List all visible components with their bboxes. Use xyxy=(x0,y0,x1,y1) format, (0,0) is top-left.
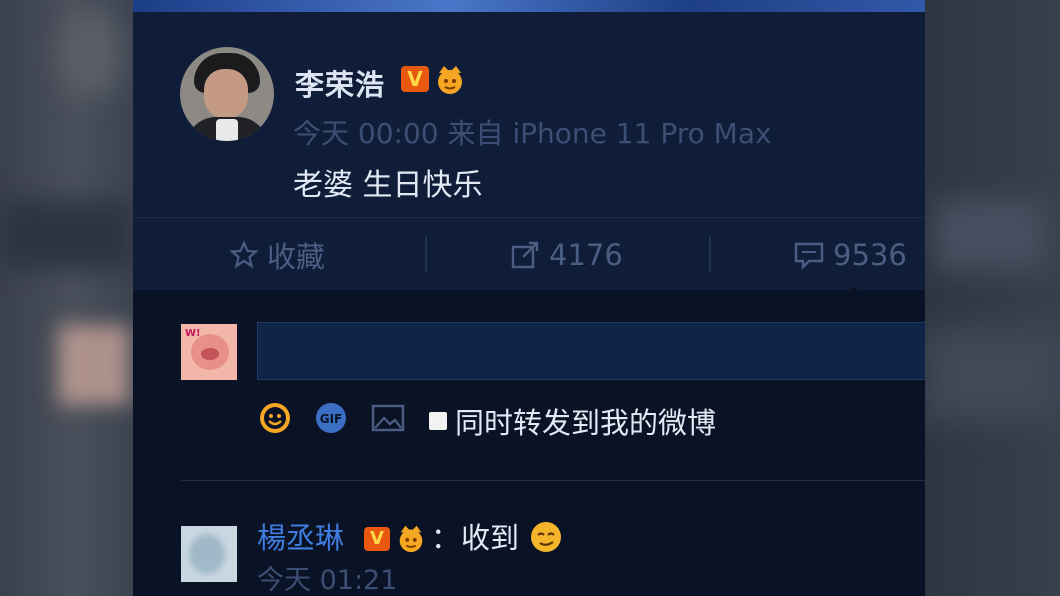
comment-section: W! GIF 同时转发到我的微博 楊丞琳 V ： 收到 今天 01:21 xyxy=(133,290,925,596)
favorite-label: 收藏 xyxy=(267,240,326,274)
current-user-avatar[interactable]: W! xyxy=(181,324,237,380)
comment-tab-pointer xyxy=(845,286,863,295)
comment-colon: ： xyxy=(431,521,461,555)
svg-text:GIF: GIF xyxy=(320,412,343,426)
comment-icon xyxy=(794,242,824,270)
comment-count: 9536 xyxy=(833,238,907,272)
post-text: 老婆 生日快乐 xyxy=(293,168,483,203)
comment-input[interactable] xyxy=(257,322,925,380)
gif-icon[interactable]: GIF xyxy=(313,400,349,436)
action-bar: 收藏 4176 9536 xyxy=(133,217,925,290)
top-gradient-strip xyxy=(133,0,925,12)
repost-count: 4176 xyxy=(549,238,623,272)
action-divider xyxy=(709,236,711,272)
comment-button[interactable]: 9536 xyxy=(793,238,907,272)
commenter-name[interactable]: 楊丞琳 xyxy=(257,515,344,557)
author-avatar[interactable] xyxy=(180,47,274,141)
weibo-post-panel: 李荣浩 V 今天 00:00 来自 iPhone 11 Pro Max 老婆 生… xyxy=(133,0,925,596)
star-icon xyxy=(229,240,259,269)
member-crown-icon xyxy=(438,66,462,94)
smirk-emoji-icon xyxy=(531,522,561,552)
member-crown-icon xyxy=(399,525,423,553)
commenter-avatar[interactable] xyxy=(181,526,237,582)
favorite-button[interactable]: 收藏 xyxy=(229,238,325,274)
image-icon[interactable] xyxy=(369,400,407,436)
comment-text: 收到 xyxy=(461,521,520,555)
repost-button[interactable]: 4176 xyxy=(509,238,623,272)
repost-icon xyxy=(511,241,539,269)
author-name[interactable]: 李荣浩 xyxy=(295,62,385,104)
comment-separator xyxy=(181,480,925,481)
sync-repost-checkbox[interactable] xyxy=(429,412,447,430)
background-left-blur xyxy=(0,0,133,596)
comment-time: 今天 01:21 xyxy=(257,565,398,596)
emoji-icon[interactable] xyxy=(257,400,293,436)
post-meta: 今天 00:00 来自 iPhone 11 Pro Max xyxy=(293,117,772,150)
sync-repost-label[interactable]: 同时转发到我的微博 xyxy=(455,400,716,442)
verified-v-icon: V xyxy=(401,66,429,92)
action-divider xyxy=(425,236,427,272)
background-right-blur xyxy=(925,0,1060,596)
verified-v-icon: V xyxy=(364,527,390,551)
